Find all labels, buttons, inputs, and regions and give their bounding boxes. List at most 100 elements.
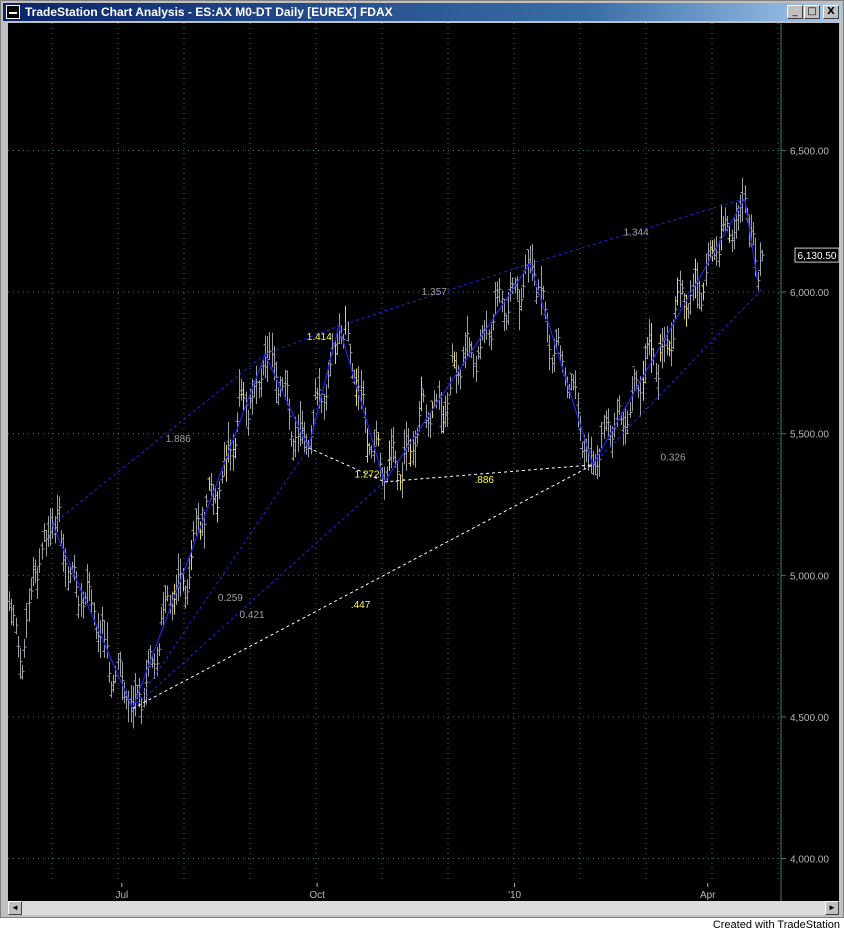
ohlc-bar <box>367 442 372 456</box>
ohlc-bar <box>504 314 509 331</box>
ohlc-bar <box>100 606 105 634</box>
ohlc-bar <box>87 571 92 601</box>
maximize-button[interactable]: □ <box>804 5 820 19</box>
ratio-dashed-line <box>132 464 593 709</box>
scroll-left-button[interactable]: ◄ <box>8 901 22 915</box>
ohlc-bar <box>699 292 704 312</box>
ratio-label: 0.259 <box>218 593 243 604</box>
ohlc-bar <box>623 406 628 445</box>
ohlc-bar <box>487 329 492 347</box>
ohlc-bar <box>547 334 552 371</box>
ohlc-bar <box>185 579 190 605</box>
ohlc-bar <box>289 431 294 447</box>
ohlc-bar <box>556 327 561 346</box>
ohlc-bar <box>194 508 199 536</box>
ohlc-bar <box>68 564 73 584</box>
ohlc-bar <box>495 281 500 307</box>
ohlc-bar <box>24 602 29 639</box>
ohlc-bar <box>7 591 12 612</box>
price-chart[interactable]: 4,000.00 4,500.00 5,000.00 5,500.00 6,000.00… <box>7 23 840 901</box>
title-bar[interactable]: TradeStation Chart Analysis - ES:AX M0-D… <box>3 3 841 21</box>
ohlc-bar <box>72 554 77 581</box>
ohlc-bar <box>751 222 756 246</box>
ohlc-bar <box>233 438 238 459</box>
ohlc-bar <box>445 392 450 427</box>
y-tick-label: 6,000.00 <box>790 288 829 299</box>
ohlc-bar <box>55 494 60 533</box>
ohlc-bar <box>458 369 463 390</box>
ohlc-bar <box>42 523 47 542</box>
ohlc-bar <box>157 642 162 657</box>
ohlc-bar <box>267 331 272 360</box>
app-icon[interactable] <box>6 5 20 19</box>
ohlc-bar <box>191 521 196 542</box>
pattern-leg-line <box>307 325 340 448</box>
ohlc-bar <box>9 598 14 626</box>
ohlc-bar <box>133 672 138 717</box>
ohlc-bar <box>732 218 737 250</box>
pattern-leg-line <box>592 198 746 466</box>
ohlc-bar <box>541 285 546 300</box>
ohlc-bar <box>484 310 489 340</box>
ohlc-bar <box>437 380 442 410</box>
chart-plot-area[interactable]: 4,000.00 4,500.00 5,000.00 5,500.00 6,000.00… <box>7 23 840 901</box>
ohlc-bar <box>48 508 53 546</box>
ohlc-bar <box>322 393 327 420</box>
ohlc-bar <box>85 564 90 604</box>
ohlc-bar <box>241 381 246 411</box>
scroll-right-button[interactable]: ► <box>825 901 839 915</box>
ohlc-bar <box>187 557 192 590</box>
ohlc-bar <box>31 557 36 587</box>
ohlc-bar <box>224 444 229 482</box>
ohlc-bar <box>254 365 259 404</box>
ohlc-bar <box>324 384 329 411</box>
pattern-leg-line <box>529 263 594 466</box>
minimize-button[interactable]: _ <box>787 5 803 19</box>
pattern-dashed-line <box>132 447 309 709</box>
credit-text: Created with TradeStation <box>712 919 840 931</box>
ohlc-bar <box>758 242 763 277</box>
ohlc-bar <box>57 496 62 523</box>
ohlc-bar <box>376 432 381 447</box>
ohlc-bar <box>632 366 637 392</box>
ohlc-bar <box>276 387 281 405</box>
ohlc-bar <box>517 289 522 331</box>
price-bars <box>7 177 765 729</box>
ohlc-bar <box>118 651 123 677</box>
ohlc-bar <box>450 343 455 364</box>
ohlc-bar <box>550 357 555 374</box>
ohlc-bar <box>20 664 25 680</box>
ohlc-bar <box>760 249 765 261</box>
ohlc-bar <box>11 604 16 627</box>
y-tick-label: 5,000.00 <box>790 571 829 582</box>
horizontal-scrollbar[interactable]: ◄ ► <box>8 901 839 915</box>
ohlc-bar <box>686 303 691 319</box>
ohlc-bar <box>478 329 483 360</box>
ohlc-bar <box>313 378 318 400</box>
ohlc-bar <box>719 204 724 251</box>
ohlc-bar <box>14 617 19 635</box>
ratio-label: 1.886 <box>166 434 191 445</box>
ohlc-bar <box>628 401 633 418</box>
ohlc-bar <box>697 280 702 310</box>
ohlc-bar <box>701 282 706 301</box>
chart-window: TradeStation Chart Analysis - ES:AX M0-D… <box>0 0 844 918</box>
ohlc-bar <box>621 411 626 446</box>
ohlc-bar <box>27 588 32 622</box>
ohlc-bar <box>691 273 696 301</box>
x-tick-label: '10 <box>508 890 521 901</box>
ohlc-bar <box>580 442 585 459</box>
ohlc-bar <box>176 553 181 602</box>
ohlc-bar <box>333 338 338 364</box>
ohlc-bar <box>695 262 700 309</box>
ohlc-bar <box>296 414 301 452</box>
ohlc-bar <box>217 481 222 500</box>
ohlc-bar <box>723 207 728 231</box>
ohlc-bar <box>46 516 51 547</box>
ratio-label: .447 <box>351 600 371 611</box>
ohlc-bar <box>142 687 147 708</box>
close-button[interactable]: X <box>823 5 839 19</box>
ohlc-bar <box>398 473 403 491</box>
ohlc-bar <box>16 636 21 658</box>
x-tick-label: Jul <box>115 890 128 901</box>
